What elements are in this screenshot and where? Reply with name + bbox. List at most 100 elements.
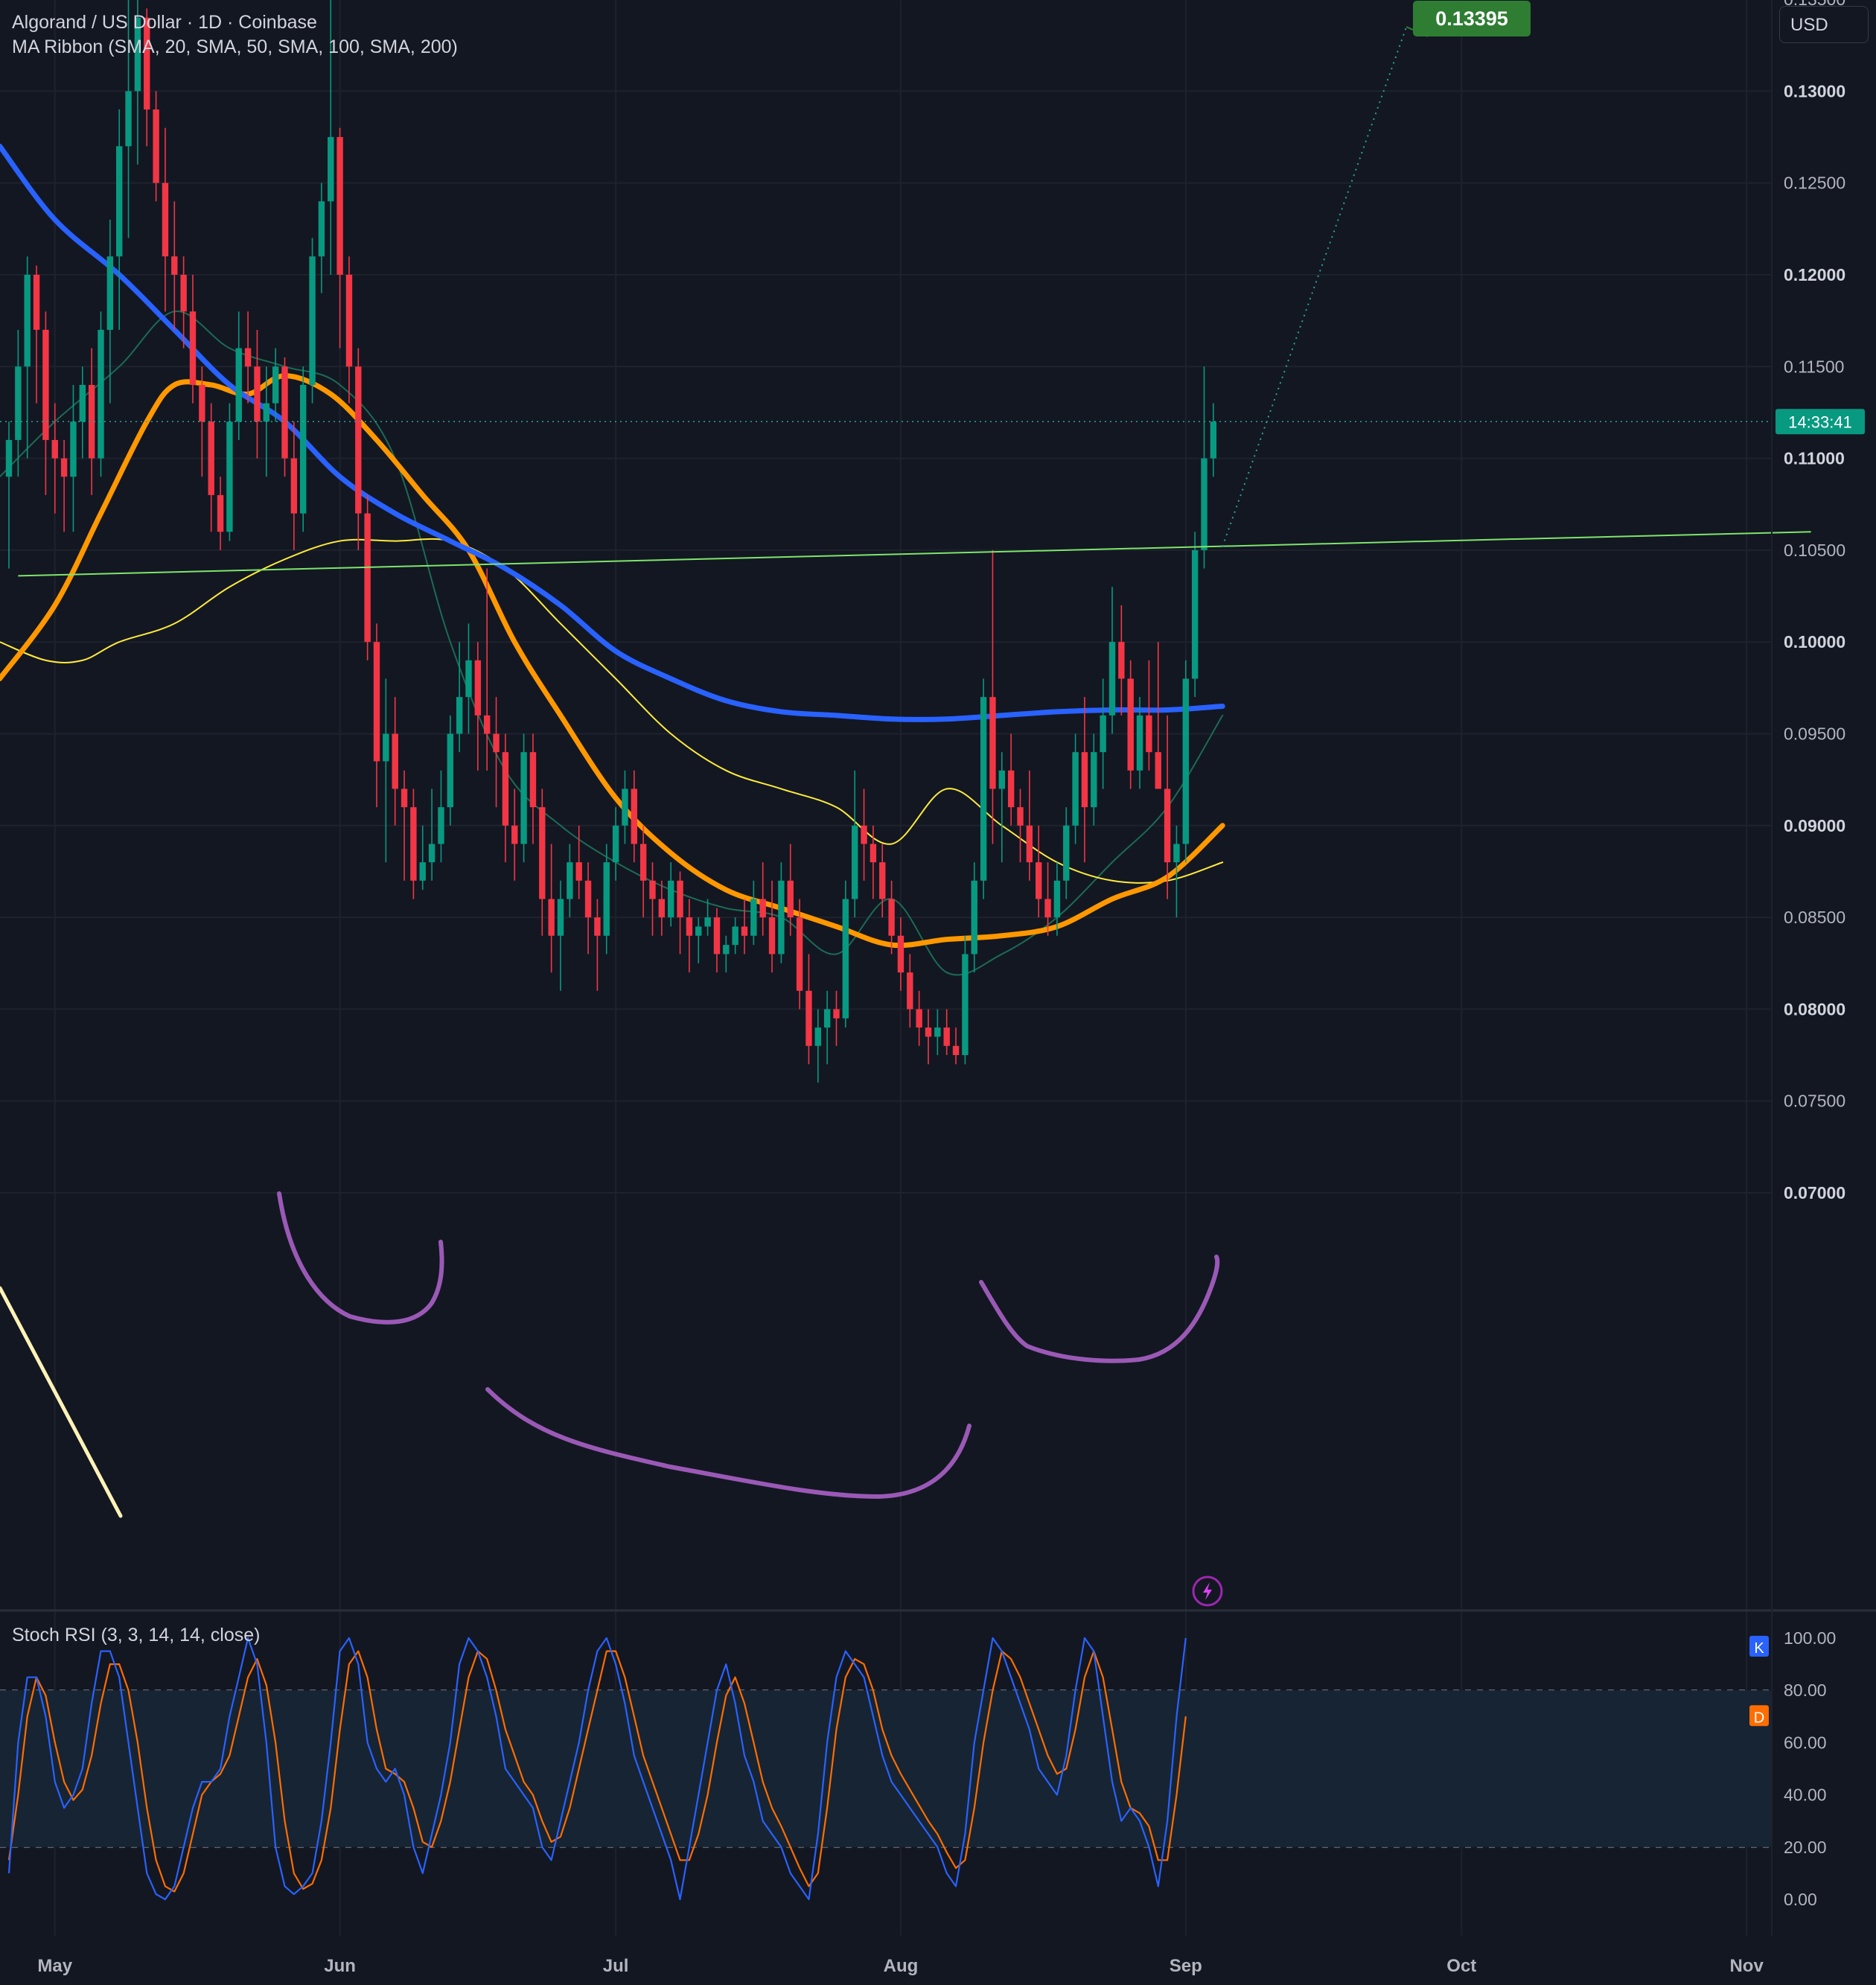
candle-bull[interactable] <box>1191 549 1199 679</box>
candle-bull[interactable] <box>704 917 711 927</box>
candle-bull[interactable] <box>438 807 444 844</box>
candle-bear[interactable] <box>42 329 49 440</box>
candle-bear[interactable] <box>658 899 666 918</box>
stoch-rsi-legend[interactable]: Stoch RSI (3, 3, 14, 14, close) <box>12 1625 261 1646</box>
candle-bull[interactable] <box>1063 825 1070 881</box>
candle-bear[interactable] <box>493 733 500 753</box>
candle-bull[interactable] <box>557 899 564 936</box>
candle-bull[interactable] <box>971 880 977 955</box>
candle-bear[interactable] <box>60 458 68 477</box>
candle-bear[interactable] <box>1081 752 1088 808</box>
candle-bull[interactable] <box>300 384 307 514</box>
candle-bear[interactable] <box>529 752 537 808</box>
candle-bear[interactable] <box>217 494 224 532</box>
candle-bear[interactable] <box>1146 715 1152 753</box>
candle-bull[interactable] <box>823 1009 831 1028</box>
currency-button[interactable]: USD <box>1779 6 1869 43</box>
candle-bear[interactable] <box>1155 752 1161 789</box>
candle-bear[interactable] <box>51 439 58 459</box>
candle-bear[interactable] <box>1036 862 1042 899</box>
candle-bear[interactable] <box>199 384 205 422</box>
candle-bull[interactable] <box>309 256 316 385</box>
candle-bull[interactable] <box>520 752 527 844</box>
candle-bull[interactable] <box>842 899 849 1019</box>
candle-bear[interactable] <box>943 1027 950 1046</box>
candle-bear[interactable] <box>180 275 187 312</box>
candle-bear[interactable] <box>345 275 353 367</box>
candle-bull[interactable] <box>778 880 785 955</box>
candle-bull[interactable] <box>695 926 702 936</box>
candle-bear[interactable] <box>787 880 794 918</box>
candle-bear[interactable] <box>639 844 647 881</box>
candle-bull[interactable] <box>1210 421 1217 459</box>
candle-bull[interactable] <box>603 862 610 936</box>
ma-ribbon-legend[interactable]: MA Ribbon (SMA, 20, SMA, 50, SMA, 100, S… <box>12 36 458 58</box>
candle-bull[interactable] <box>852 825 858 899</box>
candle-bear[interactable] <box>677 880 683 918</box>
candle-bear[interactable] <box>989 697 996 789</box>
candle-bear[interactable] <box>1026 825 1033 863</box>
candle-bull[interactable] <box>668 880 674 918</box>
candle-bear[interactable] <box>594 917 601 936</box>
candle-bear[interactable] <box>189 311 197 385</box>
candle-bear[interactable] <box>410 807 417 881</box>
candle-bear[interactable] <box>1017 807 1024 826</box>
candle-bull[interactable] <box>447 733 453 808</box>
candle-bear[interactable] <box>392 733 398 789</box>
candle-bull[interactable] <box>962 954 969 1056</box>
candle-bear[interactable] <box>1007 770 1015 808</box>
candle-bull[interactable] <box>383 733 389 762</box>
candle-bull[interactable] <box>235 348 242 422</box>
candle-bear[interactable] <box>33 275 40 330</box>
candle-bull[interactable] <box>1053 880 1061 918</box>
candle-bear[interactable] <box>244 348 252 367</box>
candle-bear[interactable] <box>686 917 693 936</box>
candle-bear[interactable] <box>474 660 482 716</box>
candle-bull[interactable] <box>125 91 132 147</box>
candle-bear[interactable] <box>254 366 261 422</box>
candle-bull[interactable] <box>998 770 1005 789</box>
candle-bear[interactable] <box>355 366 362 514</box>
candle-bull[interactable] <box>1173 844 1180 863</box>
candle-bull[interactable] <box>465 660 472 698</box>
candle-bear[interactable] <box>153 109 159 183</box>
candle-bull[interactable] <box>1182 678 1189 844</box>
candle-bull[interactable] <box>980 697 987 881</box>
candle-bear[interactable] <box>281 366 288 459</box>
candle-bear[interactable] <box>539 807 546 899</box>
candle-bull[interactable] <box>732 926 738 946</box>
candle-bull[interactable] <box>1072 752 1079 826</box>
candle-bull[interactable] <box>428 844 436 863</box>
candle-bull[interactable] <box>272 366 279 404</box>
candle-bear[interactable] <box>796 917 803 991</box>
candle-bear[interactable] <box>916 1009 922 1028</box>
candle-bear[interactable] <box>833 1009 840 1019</box>
candle-bull[interactable] <box>263 403 269 422</box>
chart-canvas[interactable]: 0.150000.145000.140000.135000.130000.125… <box>0 0 1876 1985</box>
candle-bull[interactable] <box>567 862 573 899</box>
candle-bull[interactable] <box>24 275 31 367</box>
chart-title[interactable]: Algorand / US Dollar · 1D · Coinbase <box>12 12 317 34</box>
candle-bull[interactable] <box>70 421 77 477</box>
candle-bull[interactable] <box>622 788 628 826</box>
candle-bull[interactable] <box>98 329 104 459</box>
candle-bear[interactable] <box>1044 899 1051 918</box>
candle-bear[interactable] <box>768 917 776 955</box>
candle-bull[interactable] <box>116 146 123 257</box>
candle-bear[interactable] <box>861 825 867 844</box>
candle-bull[interactable] <box>750 899 757 936</box>
candle-bear[interactable] <box>879 862 886 899</box>
candle-bear[interactable] <box>805 990 812 1046</box>
candle-bear[interactable] <box>897 935 904 973</box>
candle-bear[interactable] <box>364 513 371 643</box>
candle-bull[interactable] <box>419 862 426 881</box>
candle-bear[interactable] <box>759 899 766 918</box>
candle-bull[interactable] <box>1091 752 1097 808</box>
candle-bear[interactable] <box>741 926 748 936</box>
candle-bear[interactable] <box>208 421 214 495</box>
candle-bull[interactable] <box>1108 642 1116 716</box>
candle-bear[interactable] <box>952 1045 960 1056</box>
candle-bull[interactable] <box>226 421 233 532</box>
candle-bull[interactable] <box>723 945 730 955</box>
candle-bull[interactable] <box>1100 715 1106 753</box>
